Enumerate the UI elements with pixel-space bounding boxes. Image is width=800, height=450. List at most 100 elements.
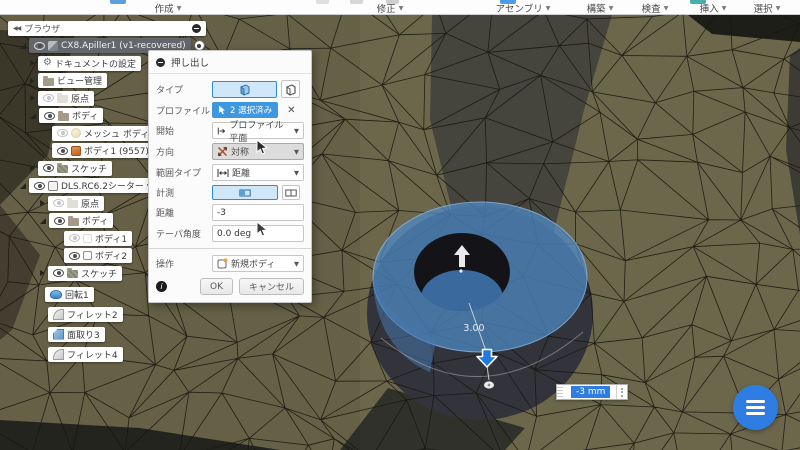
expander-icon[interactable] — [30, 95, 35, 101]
mobile-menu-fab[interactable] — [733, 385, 778, 430]
solid-body-icon — [83, 251, 92, 260]
measure-half-button[interactable] — [212, 185, 278, 200]
expander-icon[interactable] — [30, 113, 36, 119]
feature-item-label: 面取り3 — [67, 328, 100, 341]
fillet-feature-icon — [53, 309, 64, 320]
collapse-dialog-icon[interactable] — [156, 58, 165, 67]
toolbar-icon-stub — [350, 0, 363, 4]
toolbar-icon-stub — [110, 0, 126, 4]
menu-select[interactable]: 選択▼ — [754, 1, 781, 15]
visibility-eye-icon[interactable] — [34, 42, 45, 50]
hamburger-icon — [746, 400, 765, 403]
distance-value-selected[interactable]: -3 mm — [571, 386, 610, 398]
tree-item-label: CX8.Apiller1 (v1-recovered) — [61, 41, 186, 51]
tree-item-label: ドキュメントの設定 — [55, 57, 136, 70]
start-dropdown[interactable]: プロファイル平面 ▼ — [212, 122, 304, 139]
feature-item-chamfer3[interactable]: 面取り3 — [48, 327, 238, 342]
cancel-button[interactable]: キャンセル — [239, 278, 304, 295]
menu-create[interactable]: 作成▼ — [155, 1, 182, 15]
mesh-body-icon — [71, 128, 81, 138]
revolve-feature-icon — [50, 290, 62, 299]
visibility-eye-icon[interactable] — [43, 94, 54, 102]
start-label: 開始 — [156, 124, 212, 137]
solid-body-icon — [83, 234, 92, 243]
extent-type-dropdown[interactable]: 距離 ▼ — [212, 164, 304, 181]
feature-item-fillet2[interactable]: フィレット2 — [48, 307, 238, 322]
menu-insert[interactable]: 挿入▼ — [700, 1, 727, 15]
gear-icon: ⚙ — [43, 58, 52, 68]
folder-icon — [58, 113, 69, 121]
distance-label: 距離 — [156, 206, 212, 219]
visibility-eye-icon[interactable] — [53, 269, 64, 277]
symmetric-direction-icon — [217, 146, 228, 157]
expander-icon[interactable] — [40, 218, 46, 224]
solid-body-icon — [71, 146, 81, 156]
expander-icon[interactable] — [20, 43, 26, 49]
visibility-eye-icon[interactable] — [57, 129, 68, 137]
measure-whole-button[interactable] — [282, 185, 300, 200]
mouse-cursor-secondary — [256, 221, 269, 238]
new-body-icon — [217, 258, 228, 269]
visibility-eye-icon[interactable] — [69, 252, 80, 260]
visibility-eye-icon[interactable] — [44, 112, 55, 120]
profile-selection-chip[interactable]: 2 選択済み — [212, 102, 278, 118]
measure-whole-icon — [285, 189, 297, 197]
menu-assemble[interactable]: アセンブリ▼ — [496, 1, 551, 15]
visibility-eye-icon[interactable] — [57, 147, 68, 155]
expander-icon[interactable] — [20, 183, 26, 189]
expander-icon[interactable] — [30, 60, 35, 66]
folder-icon — [57, 95, 68, 103]
distance-input[interactable] — [212, 204, 304, 221]
visibility-eye-icon[interactable] — [43, 164, 54, 172]
clear-selection-icon[interactable]: ✕ — [287, 105, 295, 116]
operation-value: 新規ボディ — [231, 257, 275, 270]
profile-label: プロファイル — [156, 104, 212, 117]
feature-item-label: フィレット2 — [67, 308, 118, 321]
type-label: タイプ — [156, 83, 212, 96]
menu-inspect[interactable]: 検査▼ — [642, 1, 669, 15]
expander-icon[interactable] — [40, 200, 45, 206]
extent-type-value: 距離 — [232, 166, 250, 179]
expander-icon[interactable] — [30, 165, 35, 171]
floating-distance-input[interactable]: -3 mm — [556, 384, 628, 400]
visibility-eye-icon[interactable] — [69, 234, 80, 242]
extrude-thin-type-button[interactable] — [281, 80, 300, 98]
visibility-eye-icon[interactable] — [54, 217, 65, 225]
tree-item-label: ボディ2 — [95, 249, 127, 262]
drag-handle-icon[interactable] — [557, 385, 563, 399]
document-icon — [48, 41, 58, 51]
distance-extent-icon — [217, 168, 229, 178]
expander-icon[interactable] — [30, 78, 35, 84]
sketch-folder-icon — [67, 270, 78, 278]
extent-type-label: 範囲タイプ — [156, 166, 212, 179]
visibility-eye-icon[interactable] — [53, 199, 64, 207]
center-point — [459, 269, 462, 272]
spinner-dots-icon[interactable] — [616, 385, 627, 399]
info-icon[interactable]: i — [156, 281, 167, 292]
menu-modify[interactable]: 修正▼ — [377, 1, 404, 15]
extrude-solid-icon — [238, 83, 251, 96]
visibility-eye-icon[interactable] — [34, 182, 45, 190]
browser-header[interactable]: ◀◀ ブラウザ — [8, 21, 206, 36]
collapse-panel-icon[interactable]: ◀◀ — [13, 25, 20, 32]
operation-dropdown[interactable]: 新規ボディ ▼ — [212, 255, 304, 272]
minimize-browser-icon[interactable] — [192, 24, 201, 33]
tree-item-label: ボディ1 — [95, 232, 127, 245]
chamfer-feature-icon — [53, 329, 64, 340]
tree-item-label: ボディ — [72, 109, 98, 122]
component-icon — [48, 181, 58, 191]
expander-icon[interactable] — [40, 270, 45, 276]
mouse-cursor — [256, 139, 269, 156]
feature-item-fillet4[interactable]: フィレット4 — [48, 347, 238, 362]
dimension-label: 3.00 — [463, 323, 484, 334]
menu-construct[interactable]: 構築▼ — [587, 1, 614, 15]
feature-item-label: 回転1 — [65, 288, 89, 301]
ok-button[interactable]: OK — [200, 278, 233, 295]
fusion360-window: 3.00 作成▼ 修正▼ アセンブリ▼ 構築▼ 検査▼ 挿入▼ 選択▼ ◀◀ ブ… — [0, 0, 800, 450]
extrude-dialog: 押し出し タイプ プロファイル — [148, 50, 312, 303]
extrude-solid-type-button[interactable] — [212, 81, 277, 98]
extrude-thin-icon — [284, 83, 297, 96]
sketch-folder-icon — [57, 165, 68, 173]
tree-item-label: 原点 — [81, 197, 99, 210]
tree-item-label: DLS.RC6.2シーター v — [61, 179, 152, 192]
